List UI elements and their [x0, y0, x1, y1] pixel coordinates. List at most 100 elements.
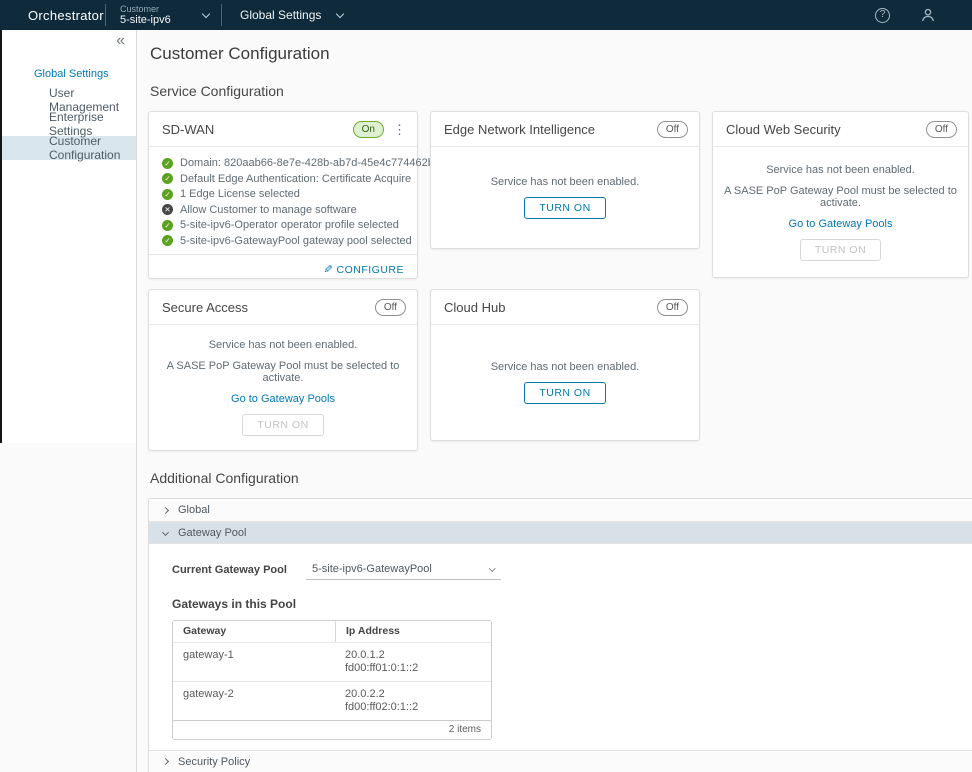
- accordion-header-global[interactable]: Global: [149, 499, 972, 521]
- sdwan-card-title: SD-WAN: [162, 122, 353, 137]
- table-row: gateway-2 20.0.2.2 fd00:ff02:0:1::2: [173, 681, 491, 720]
- sdwan-status-badge: On: [353, 121, 384, 138]
- sdwan-card-header: SD-WAN On ⋮: [149, 112, 417, 147]
- ipv6-address: fd00:ff02:0:1::2: [345, 701, 491, 714]
- check-circle-icon: ✓: [162, 158, 173, 169]
- chevron-right-icon: [162, 758, 169, 765]
- sdwan-card-footer: ✎ CONFIGURE: [149, 254, 417, 284]
- ip-address-cell: 20.0.1.2 fd00:ff01:0:1::2: [335, 645, 491, 679]
- chevron-down-icon: [162, 529, 169, 536]
- go-to-gateway-pools-link[interactable]: Go to Gateway Pools: [231, 393, 335, 405]
- check-circle-icon: ✓: [162, 189, 173, 200]
- checklist-item: ✕ Allow Customer to manage software: [162, 204, 405, 216]
- checklist-item-text: 1 Edge License selected: [180, 188, 300, 200]
- sidebar-item-label: Customer Configuration: [49, 134, 136, 162]
- cloud-hub-card-body: Service has not been enabled. TURN ON: [431, 325, 699, 440]
- current-gateway-pool-value: 5-site-ipv6-GatewayPool: [312, 563, 432, 575]
- sidebar-item-user-management[interactable]: User Management: [2, 88, 136, 112]
- table-footer: 2 items: [173, 720, 491, 739]
- cws-card-body: Service has not been enabled. A SASE PoP…: [713, 147, 968, 277]
- current-gateway-pool-select[interactable]: 5-site-ipv6-GatewayPool: [306, 560, 501, 580]
- cross-circle-icon: ✕: [162, 204, 173, 215]
- checklist-item: ✓ 1 Edge License selected: [162, 188, 405, 200]
- cloud-hub-status-badge: Off: [657, 299, 688, 316]
- kebab-menu-icon[interactable]: ⋮: [393, 123, 406, 136]
- checklist-item-text: 5-site-ipv6-Operator operator profile se…: [180, 219, 399, 231]
- configure-button[interactable]: ✎ CONFIGURE: [323, 263, 404, 276]
- service-status-message: Service has not been enabled.: [766, 164, 915, 176]
- gateways-in-pool-heading: Gateways in this Pool: [172, 597, 972, 611]
- service-requirement-message: A SASE PoP Gateway Pool must be selected…: [723, 185, 958, 209]
- eni-card-body: Service has not been enabled. TURN ON: [431, 147, 699, 248]
- service-status-message: Service has not been enabled.: [491, 176, 640, 188]
- edge-network-intelligence-card: Edge Network Intelligence Off Service ha…: [430, 111, 700, 249]
- cws-status-badge: Off: [926, 121, 957, 138]
- header-spacer: [361, 0, 875, 30]
- secure-access-turn-on-button-disabled[interactable]: TURN ON: [242, 414, 323, 436]
- service-configuration-heading: Service Configuration: [150, 83, 969, 99]
- user-icon[interactable]: [920, 7, 936, 23]
- checklist-item-text: 5-site-ipv6-GatewayPool gateway pool sel…: [180, 235, 412, 247]
- eni-card-title: Edge Network Intelligence: [444, 122, 657, 137]
- cloud-web-security-card: Cloud Web Security Off Service has not b…: [712, 111, 969, 278]
- help-glyph: ?: [880, 9, 886, 21]
- global-settings-menu-label: Global Settings: [240, 8, 321, 22]
- chevron-right-icon: [162, 506, 169, 513]
- sidebar-column: « Global Settings User Management Enterp…: [0, 30, 137, 772]
- accordion-label: Global: [178, 504, 210, 516]
- secure-access-card-header: Secure Access Off: [149, 290, 417, 325]
- sidebar-nav: « Global Settings User Management Enterp…: [0, 30, 136, 443]
- main-content: Customer Configuration Service Configura…: [137, 30, 972, 772]
- ip-address-cell: 20.0.2.2 fd00:ff02:0:1::2: [335, 684, 491, 718]
- user-avatar-glyph: [920, 7, 936, 23]
- checklist-item: ✓ 5-site-ipv6-GatewayPool gateway pool s…: [162, 235, 405, 247]
- ipv6-address: fd00:ff01:0:1::2: [345, 662, 491, 675]
- page-body: « Global Settings User Management Enterp…: [0, 30, 972, 772]
- check-circle-icon: ✓: [162, 173, 173, 184]
- eni-status-badge: Off: [657, 121, 688, 138]
- pencil-icon: ✎: [323, 263, 333, 276]
- checklist-item: ✓ Default Edge Authentication: Certifica…: [162, 173, 405, 185]
- accordion-header-gateway-pool[interactable]: Gateway Pool: [149, 521, 972, 543]
- page-title: Customer Configuration: [150, 44, 969, 64]
- sidebar-section-global-settings[interactable]: Global Settings: [2, 64, 136, 88]
- service-cards-row-1: SD-WAN On ⋮ ✓ Domain: 820aab66-8e7e-428b…: [148, 111, 969, 279]
- accordion-label: Gateway Pool: [178, 527, 246, 539]
- cloud-hub-turn-on-button[interactable]: TURN ON: [524, 382, 605, 404]
- cws-card-header: Cloud Web Security Off: [713, 112, 968, 147]
- table-header-row: Gateway Ip Address: [173, 621, 491, 642]
- accordion-header-security-policy[interactable]: Security Policy: [149, 750, 972, 772]
- check-circle-icon: ✓: [162, 235, 173, 246]
- service-requirement-message: A SASE PoP Gateway Pool must be selected…: [159, 360, 407, 384]
- go-to-gateway-pools-link[interactable]: Go to Gateway Pools: [789, 218, 893, 230]
- service-cards-row-2: Secure Access Off Service has not been e…: [148, 289, 969, 451]
- gateways-table: Gateway Ip Address gateway-1 20.0.1.2 fd…: [172, 620, 492, 740]
- service-status-message: Service has not been enabled.: [491, 361, 640, 373]
- global-settings-menu[interactable]: Global Settings: [222, 0, 361, 30]
- eni-turn-on-button[interactable]: TURN ON: [524, 197, 605, 219]
- additional-configuration-heading: Additional Configuration: [150, 470, 969, 486]
- items-count: 2 items: [449, 724, 481, 735]
- checklist-item-text: Default Edge Authentication: Certificate…: [180, 173, 411, 185]
- gateway-name-cell: gateway-1: [173, 645, 335, 666]
- secure-access-card: Secure Access Off Service has not been e…: [148, 289, 418, 451]
- secure-access-card-title: Secure Access: [162, 300, 375, 315]
- sidebar-item-enterprise-settings[interactable]: Enterprise Settings: [2, 112, 136, 136]
- cws-turn-on-button-disabled[interactable]: TURN ON: [800, 239, 881, 261]
- ipv4-address: 20.0.2.2: [345, 688, 491, 701]
- help-icon[interactable]: ?: [875, 8, 890, 23]
- chevron-down-icon: [336, 10, 344, 18]
- sidebar-collapse-icon[interactable]: «: [116, 33, 125, 49]
- accordion-label: Security Policy: [178, 756, 250, 768]
- customer-switcher[interactable]: Customer 5-site-ipv6: [106, 0, 221, 30]
- column-header-ip-address: Ip Address: [335, 621, 491, 642]
- cloud-hub-card-header: Cloud Hub Off: [431, 290, 699, 325]
- current-gateway-pool-row: Current Gateway Pool 5-site-ipv6-Gateway…: [172, 560, 972, 580]
- sidebar-item-customer-configuration[interactable]: Customer Configuration: [2, 136, 136, 160]
- sdwan-checklist: ✓ Domain: 820aab66-8e7e-428b-ab7d-45e4c7…: [149, 147, 417, 254]
- checklist-item-text: Allow Customer to manage software: [180, 204, 357, 216]
- table-row: gateway-1 20.0.1.2 fd00:ff01:0:1::2: [173, 642, 491, 681]
- cloud-hub-card: Cloud Hub Off Service has not been enabl…: [430, 289, 700, 441]
- check-circle-icon: ✓: [162, 220, 173, 231]
- secure-access-card-body: Service has not been enabled. A SASE PoP…: [149, 325, 417, 450]
